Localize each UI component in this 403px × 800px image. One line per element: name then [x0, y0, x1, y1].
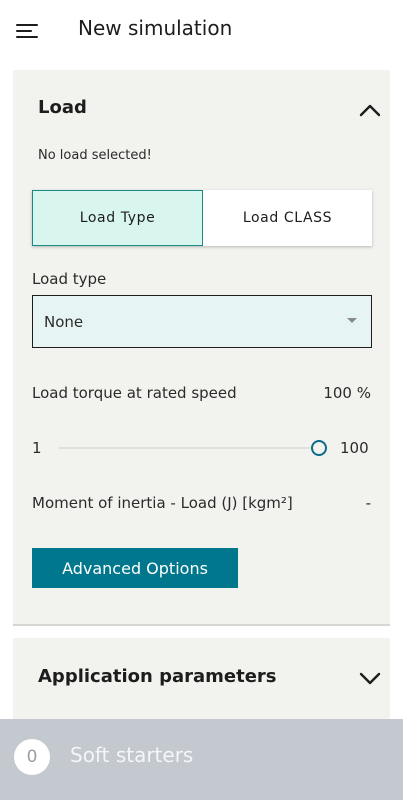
load-status-text: No load selected!: [38, 148, 152, 163]
section-divider: [13, 624, 390, 626]
load-type-label: Load type: [32, 270, 107, 288]
soft-starters-count-badge: 0: [14, 739, 50, 775]
torque-slider-thumb[interactable]: [311, 440, 327, 456]
chevron-up-icon[interactable]: [359, 103, 381, 117]
torque-slider-min: 1: [32, 439, 42, 457]
inertia-value: -: [365, 494, 371, 512]
chevron-down-icon[interactable]: [359, 672, 381, 686]
inertia-label: Moment of inertia - Load (J) [kgm²]: [32, 494, 293, 512]
load-type-select[interactable]: None: [32, 295, 372, 348]
top-app-bar: New simulation: [0, 0, 403, 60]
torque-slider-max: 100: [340, 439, 369, 457]
soft-starters-label: Soft starters: [70, 743, 194, 767]
soft-starters-bar[interactable]: 0 Soft starters: [0, 719, 403, 800]
torque-label: Load torque at rated speed: [32, 384, 237, 402]
application-parameters-title[interactable]: Application parameters: [38, 666, 277, 687]
page-title: New simulation: [78, 16, 233, 40]
advanced-options-button[interactable]: Advanced Options: [32, 548, 238, 588]
load-mode-tabs: Load Type Load CLASS: [32, 190, 372, 246]
torque-value: 100 %: [323, 384, 371, 402]
tab-load-class[interactable]: Load CLASS: [203, 190, 372, 246]
load-type-selected-value: None: [44, 313, 84, 331]
load-panel-title[interactable]: Load: [38, 97, 87, 118]
tab-load-type[interactable]: Load Type: [32, 190, 203, 246]
app-root: New simulation Load No load selected! Lo…: [0, 0, 403, 800]
torque-slider-track[interactable]: [59, 447, 317, 449]
dropdown-caret-icon: [347, 318, 357, 323]
application-parameters-panel: Application parameters: [13, 638, 390, 720]
hamburger-menu-icon[interactable]: [14, 20, 42, 42]
load-panel: Load No load selected! Load Type Load CL…: [13, 70, 390, 624]
